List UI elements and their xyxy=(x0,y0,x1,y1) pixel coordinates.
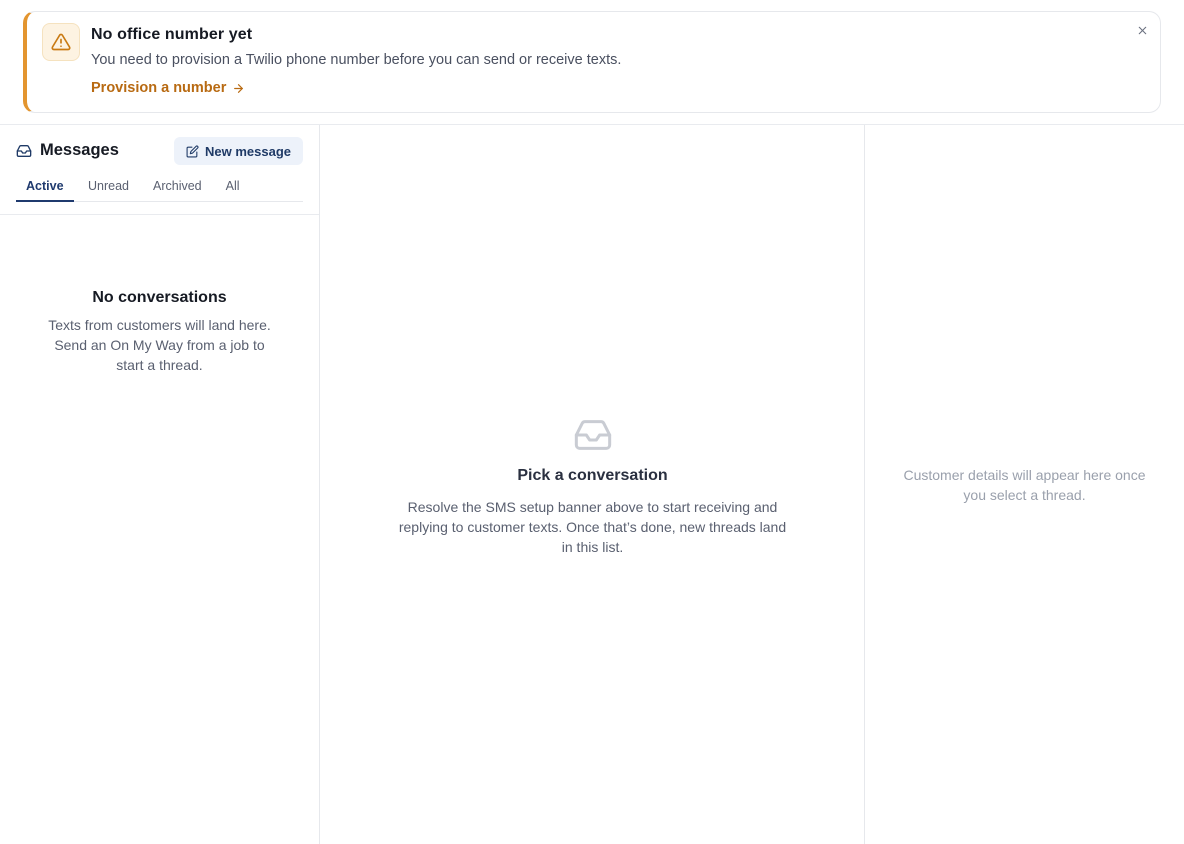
list-header: Messages New message Active Unread Archi… xyxy=(0,125,319,215)
edit-icon xyxy=(186,144,199,157)
inbox-icon xyxy=(16,144,32,157)
tab-all[interactable]: All xyxy=(214,175,250,202)
customer-details-text: Customer details will appear here once y… xyxy=(903,467,1146,503)
tab-archived[interactable]: Archived xyxy=(141,175,214,202)
empty-conversations-title: No conversations xyxy=(92,289,227,306)
arrow-right-icon xyxy=(234,83,244,93)
new-message-label: New message xyxy=(205,143,291,159)
empty-conversations-text: Texts from customers will land here. Sen… xyxy=(48,317,271,373)
inbox-icon xyxy=(574,420,611,450)
banner-area: No office number yet You need to provisi… xyxy=(0,0,1184,125)
pick-conversation-state: Pick a conversation Resolve the SMS setu… xyxy=(320,415,865,557)
customer-details-panel: Customer details will appear here once y… xyxy=(865,125,1184,844)
provision-number-label: Provision a number xyxy=(91,80,227,96)
banner-description: You need to provision a Twilio phone num… xyxy=(91,52,622,68)
conversation-list-panel: Messages New message Active Unread Archi… xyxy=(0,125,320,844)
conversation-tabs: Active Unread Archived All xyxy=(16,175,303,202)
pick-conversation-text: Resolve the SMS setup banner above to st… xyxy=(398,499,787,555)
close-icon[interactable] xyxy=(1132,20,1152,40)
tab-active[interactable]: Active xyxy=(16,175,74,202)
provision-number-link[interactable]: Provision a number xyxy=(91,80,245,96)
new-message-button[interactable]: New message xyxy=(174,137,303,165)
messages-page: No office number yet You need to provisi… xyxy=(0,0,1184,844)
messages-title: Messages xyxy=(40,141,119,159)
pick-conversation-title: Pick a conversation xyxy=(517,467,668,484)
setup-banner: No office number yet You need to provisi… xyxy=(23,11,1161,113)
banner-title: No office number yet xyxy=(91,26,253,43)
warning-triangle-icon xyxy=(42,23,80,61)
empty-conversations: No conversations Texts from customers wi… xyxy=(0,289,319,375)
customer-details-placeholder: Customer details will appear here once y… xyxy=(865,465,1184,505)
tab-unread[interactable]: Unread xyxy=(74,175,141,202)
conversation-panel: Pick a conversation Resolve the SMS setu… xyxy=(320,125,865,844)
messages-heading: Messages xyxy=(16,141,119,160)
